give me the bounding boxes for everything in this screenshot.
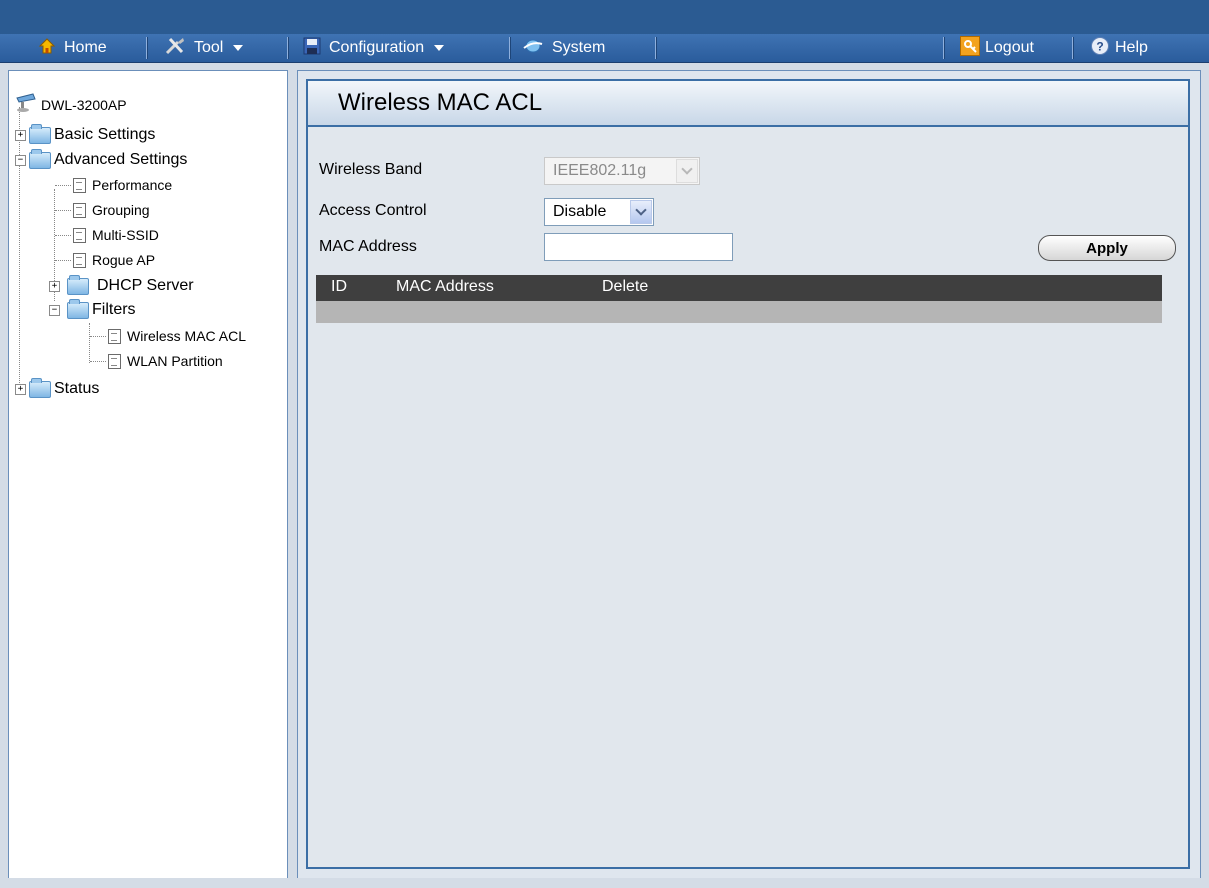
tree-item-label: Grouping [92, 202, 150, 218]
column-header-delete: Delete [602, 278, 649, 295]
menu-system[interactable]: System [522, 34, 605, 62]
folder-open-icon [29, 148, 51, 169]
tree-item-rogue-ap[interactable]: Rogue AP [55, 248, 155, 272]
chevron-down-icon [676, 159, 698, 183]
navigation-tree: DWL-3200AP + Basic Settings − Advanced S… [8, 70, 288, 880]
mac-address-input[interactable] [544, 233, 733, 261]
tree-item-status[interactable]: + Status [15, 377, 99, 401]
document-icon [108, 353, 121, 369]
access-control-select[interactable]: Disable [544, 198, 654, 226]
bottom-bar [0, 878, 1209, 888]
tree-item-label: Advanced Settings [54, 151, 188, 168]
menu-help[interactable]: ? Help [1090, 34, 1148, 62]
tree-item-label: Basic Settings [54, 126, 156, 143]
document-icon [73, 227, 86, 243]
menu-help-label: Help [1115, 39, 1148, 56]
tree-item-multi-ssid[interactable]: Multi-SSID [55, 223, 159, 247]
menu-system-label: System [552, 39, 606, 56]
menu-separator [509, 37, 511, 59]
tree-item-wireless-mac-acl[interactable]: Wireless MAC ACL [90, 324, 246, 348]
tools-icon [164, 36, 186, 61]
tree-root-device[interactable]: DWL-3200AP [15, 91, 127, 120]
acl-table-empty-row [316, 301, 1162, 323]
tree-item-label: Performance [92, 177, 173, 193]
tree-item-label: Rogue AP [92, 252, 156, 268]
content-panel: Wireless MAC ACL Wireless Band IEEE802.1… [297, 70, 1201, 880]
column-header-mac-address: MAC Address [396, 278, 494, 295]
access-control-value: Disable [553, 203, 607, 220]
help-icon: ? [1090, 36, 1110, 61]
tree-item-advanced-settings[interactable]: − Advanced Settings [15, 148, 187, 172]
menu-logout[interactable]: Logout [960, 34, 1034, 62]
home-icon [38, 37, 56, 60]
tree-item-label: Multi-SSID [92, 227, 159, 243]
tree-connector [90, 335, 106, 337]
device-icon [15, 91, 39, 120]
menu-separator [146, 37, 148, 59]
chevron-down-icon [233, 45, 244, 51]
tree-item-label: DHCP Server [97, 277, 194, 294]
content-frame: Wireless MAC ACL Wireless Band IEEE802.1… [306, 79, 1190, 869]
tree-item-basic-settings[interactable]: + Basic Settings [15, 123, 155, 147]
expand-icon: + [49, 280, 60, 292]
page-title: Wireless MAC ACL [338, 89, 543, 116]
tree-connector [90, 360, 106, 362]
tree-item-label: Wireless MAC ACL [127, 328, 247, 344]
folder-icon [67, 274, 89, 295]
document-icon [108, 328, 121, 344]
top-banner [0, 0, 1209, 34]
folder-icon [29, 123, 51, 144]
apply-button[interactable]: Apply [1038, 235, 1176, 261]
svg-text:?: ? [1096, 39, 1103, 53]
document-icon [73, 252, 86, 268]
tree-connector [55, 184, 71, 186]
system-globe-icon [522, 37, 544, 60]
folder-open-icon [67, 298, 89, 319]
document-icon [73, 177, 86, 193]
collapse-icon: − [49, 304, 60, 316]
menu-separator [655, 37, 657, 59]
save-disk-icon [303, 37, 321, 60]
menu-configuration[interactable]: Configuration [303, 34, 445, 62]
tree-item-filters[interactable]: − Filters [49, 298, 136, 322]
tree-connector [55, 259, 71, 261]
column-header-id: ID [331, 278, 347, 295]
chevron-down-icon [434, 45, 445, 51]
wireless-band-value: IEEE802.11g [553, 162, 647, 179]
tree-root-label: DWL-3200AP [41, 97, 127, 113]
expand-icon: + [15, 129, 26, 141]
menu-tool-label: Tool [194, 39, 224, 56]
tree-item-dhcp-server[interactable]: + DHCP Server [49, 274, 194, 298]
expand-icon: + [15, 383, 26, 395]
menu-home-label: Home [64, 39, 107, 56]
mac-address-label: MAC Address [319, 238, 417, 255]
tree-item-wlan-partition[interactable]: WLAN Partition [90, 349, 223, 373]
access-control-label: Access Control [319, 202, 427, 219]
tree-item-label: WLAN Partition [127, 353, 223, 369]
tree-item-label: Filters [92, 301, 136, 318]
menu-separator [943, 37, 945, 59]
page-header: Wireless MAC ACL [308, 81, 1188, 127]
chevron-down-icon [630, 200, 652, 224]
menu-configuration-label: Configuration [329, 39, 425, 56]
folder-icon [29, 377, 51, 398]
logout-key-icon [960, 35, 980, 61]
menu-separator [1072, 37, 1074, 59]
acl-table-header: ID MAC Address Delete [316, 275, 1162, 301]
menu-tool[interactable]: Tool [164, 34, 244, 62]
wireless-band-select[interactable]: IEEE802.11g [544, 157, 700, 185]
tree-item-label: Status [54, 380, 100, 397]
menu-logout-label: Logout [985, 39, 1034, 56]
wireless-band-label: Wireless Band [319, 161, 423, 178]
menu-bar: Home Tool Configuration System Logout ? [0, 34, 1209, 63]
tree-connector [55, 234, 71, 236]
menu-separator [287, 37, 289, 59]
tree-item-grouping[interactable]: Grouping [55, 198, 150, 222]
tree-connector [55, 209, 71, 211]
tree-item-performance[interactable]: Performance [55, 173, 172, 197]
menu-home[interactable]: Home [38, 34, 107, 62]
collapse-icon: − [15, 154, 26, 166]
document-icon [73, 202, 86, 218]
